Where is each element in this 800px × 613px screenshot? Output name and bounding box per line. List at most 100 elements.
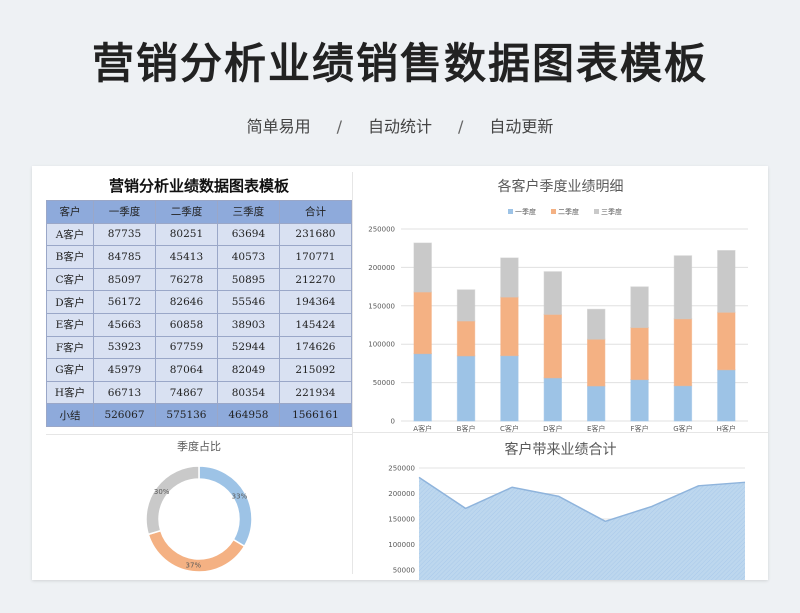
data-table-panel: 营销分析业绩数据图表模板 客户 一季度 二季度 三季度 合计 A客户 87735 80251…	[46, 172, 353, 427]
table-cell[interactable]: 84785	[93, 245, 156, 269]
bar-segment	[543, 313, 562, 379]
total-cell[interactable]: 575136	[154, 403, 218, 427]
table-cell[interactable]: C客户	[46, 267, 94, 292]
table-cell[interactable]: 40573	[216, 245, 280, 269]
bar-segment	[456, 289, 476, 322]
table-cell[interactable]: 170771	[278, 245, 353, 269]
column-header: 一季度	[93, 200, 156, 224]
y-tick-label: 150000	[368, 302, 395, 310]
table-cell[interactable]: 174626	[278, 335, 353, 360]
bar-segment	[543, 377, 562, 422]
table-cell[interactable]: 66713	[93, 380, 156, 405]
donut-chart: 季度占比 33% 37% 30%	[46, 436, 352, 580]
donut-data-label: 37%	[186, 562, 202, 570]
table-cell[interactable]: 45979	[93, 358, 156, 382]
table-cell[interactable]: 231680	[278, 222, 353, 247]
table-cell[interactable]: 212270	[278, 267, 353, 292]
table-cell[interactable]: 82049	[216, 358, 280, 382]
y-tick-label: 200000	[388, 490, 415, 498]
legend-label: 一季度	[515, 207, 536, 216]
table-cell[interactable]: G客户	[46, 358, 94, 382]
table-cell[interactable]: 85097	[93, 267, 156, 292]
area-chart: 客户带来业绩合计 250000 200000 150000 100000 50000	[353, 433, 768, 580]
donut-data-label: 30%	[154, 488, 170, 496]
y-tick-label: 150000	[388, 516, 415, 524]
table-cell[interactable]: 38903	[216, 312, 280, 337]
table-cell[interactable]: B客户	[46, 245, 94, 269]
total-cell[interactable]: 464958	[216, 403, 280, 427]
table-cell[interactable]: 55546	[216, 290, 280, 314]
bar-segment	[413, 291, 432, 355]
table-cell[interactable]: H客户	[46, 380, 94, 405]
table-cell[interactable]: A客户	[46, 222, 94, 247]
total-cell[interactable]: 526067	[93, 403, 156, 427]
bar-segment	[413, 242, 432, 293]
table-cell[interactable]: 194364	[278, 290, 353, 314]
table-cell[interactable]: F客户	[46, 335, 94, 360]
sales-table: 客户 一季度 二季度 三季度 合计 A客户 87735 80251 63694 231680 B客…	[46, 200, 353, 427]
area-fill	[419, 477, 745, 580]
table-cell[interactable]: E客户	[46, 312, 94, 337]
bar-segment	[500, 296, 519, 357]
bar-segment	[413, 353, 432, 422]
table-cell[interactable]: 56172	[93, 290, 156, 314]
legend-swatch	[551, 209, 556, 214]
donut-slice	[145, 465, 200, 536]
total-cell[interactable]: 1566161	[278, 403, 353, 427]
bar-segment	[717, 311, 736, 371]
table-cell[interactable]: 76278	[154, 267, 218, 292]
bar-segment	[587, 338, 606, 387]
table-cell[interactable]: 221934	[278, 380, 353, 405]
y-tick-label: 50000	[373, 379, 395, 387]
table-row: G客户 45979 87064 82049 215092	[46, 358, 353, 382]
bar-segment	[630, 327, 649, 381]
column-header: 二季度	[154, 200, 218, 224]
table-cell[interactable]: 63694	[216, 222, 280, 247]
bar-segment	[673, 385, 693, 422]
table-row: F客户 53923 67759 52944 174626	[46, 335, 353, 360]
table-cell[interactable]: 45663	[93, 312, 156, 337]
y-tick-label: 0	[391, 418, 395, 426]
bar-segment	[717, 250, 736, 313]
donut-data-label: 33%	[232, 493, 248, 501]
table-cell[interactable]: 80354	[216, 380, 280, 405]
table-cell[interactable]: 45413	[154, 245, 218, 269]
table-cell[interactable]: 215092	[278, 358, 353, 382]
table-cell[interactable]: 60858	[154, 312, 218, 337]
stacked-bar-chart: 各客户季度业绩明细 一季度 二季度 三季度 0 50000 100000 150000 200…	[353, 172, 768, 432]
total-cell[interactable]: 小结	[46, 403, 94, 427]
table-cell[interactable]: 87735	[93, 222, 156, 247]
x-tick-label: F客户	[631, 424, 649, 432]
table-cell[interactable]: 80251	[154, 222, 218, 247]
bar-segment	[456, 320, 476, 357]
y-tick-label: 250000	[368, 226, 395, 234]
feature-line: 简单易用 / 自动统计 / 自动更新	[0, 113, 800, 137]
y-tick-label: 100000	[388, 541, 415, 549]
table-cell[interactable]: 67759	[154, 335, 218, 360]
y-tick-label: 50000	[393, 567, 415, 575]
table-cell[interactable]: D客户	[46, 290, 94, 314]
spreadsheet-preview: 营销分析业绩数据图表模板 客户 一季度 二季度 三季度 合计 A客户 87735 80251…	[32, 166, 768, 580]
table-cell[interactable]: 50895	[216, 267, 280, 292]
table-total-row: 小结 526067 575136 464958 1566161	[46, 403, 353, 427]
table-row: A客户 87735 80251 63694 231680	[46, 222, 353, 247]
x-tick-label: B客户	[457, 424, 476, 432]
donut-chart-svg: 33% 37% 30%	[145, 465, 253, 573]
table-cell[interactable]: 53923	[93, 335, 156, 360]
bar-segment	[587, 308, 606, 340]
table-cell[interactable]: 52944	[216, 335, 280, 360]
table-cell[interactable]: 87064	[154, 358, 218, 382]
area-chart-svg: 250000 200000 150000 100000 50000	[388, 465, 746, 580]
table-header-row: 客户 一季度 二季度 三季度 合计	[46, 200, 353, 224]
table-cell[interactable]: 145424	[278, 312, 353, 337]
legend-swatch	[594, 209, 599, 214]
table-row: D客户 56172 82646 55546 194364	[46, 290, 353, 314]
table-cell[interactable]: 74867	[154, 380, 218, 405]
column-header: 三季度	[216, 200, 280, 224]
x-tick-label: H客户	[717, 424, 736, 432]
bar-segment	[630, 379, 649, 422]
feature-easy: 简单易用	[246, 117, 311, 136]
table-row: B客户 84785 45413 40573 170771	[46, 245, 353, 269]
table-cell[interactable]: 82646	[154, 290, 218, 314]
bar-segment	[717, 369, 736, 422]
